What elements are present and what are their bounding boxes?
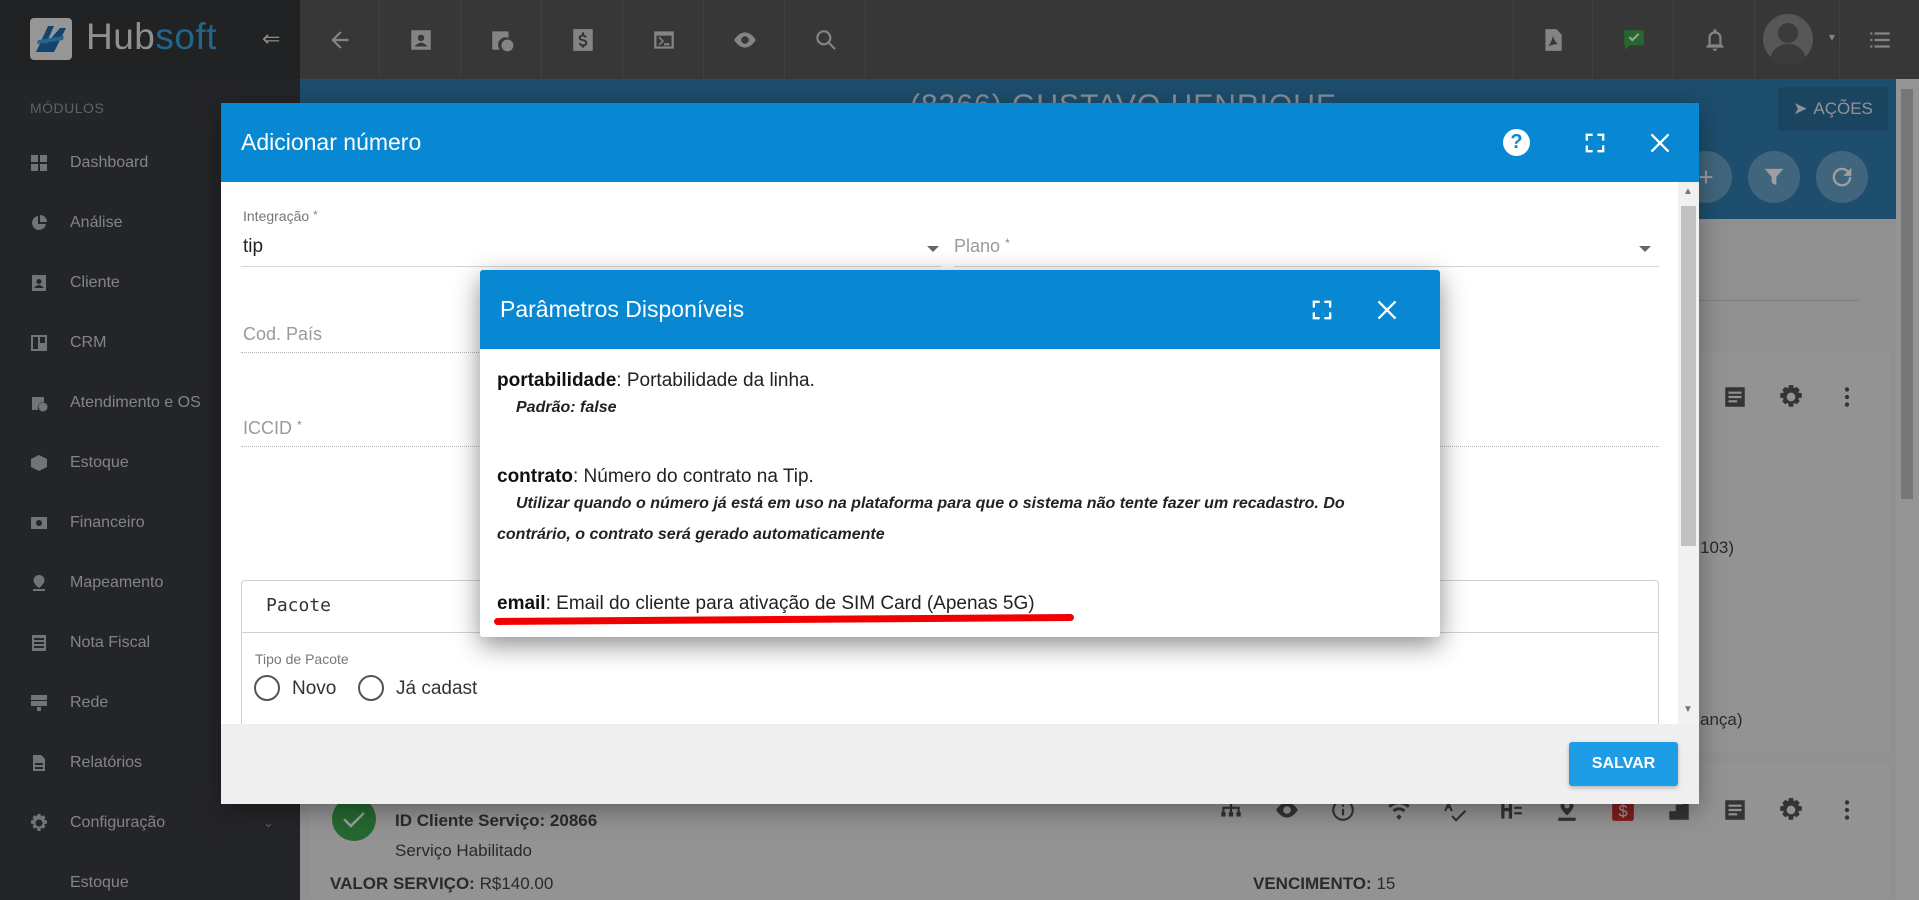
plano-placeholder: Plano	[954, 236, 1001, 256]
param-line: email: Email do cliente para ativação de…	[497, 593, 1417, 615]
param-email: email: Email do cliente para ativação de…	[497, 593, 1417, 615]
dialog-header: Adicionar número ?	[221, 103, 1699, 182]
param-name: email	[497, 593, 546, 614]
save-button[interactable]: SALVAR	[1569, 742, 1678, 786]
fullscreen-icon[interactable]	[1581, 129, 1609, 157]
dialog-scrollbar[interactable]: ▲ ▼	[1678, 182, 1699, 724]
dialog-footer: SALVAR	[221, 724, 1699, 804]
available-params-dialog: Parâmetros Disponíveis portabilidade: Po…	[480, 270, 1440, 637]
cod-pais-input[interactable]: Cod. País	[243, 324, 322, 345]
help-icon[interactable]: ?	[1503, 129, 1530, 156]
close-icon[interactable]	[1646, 129, 1674, 157]
tipo-pacote-label: Tipo de Pacote	[255, 651, 349, 667]
chevron-down-icon[interactable]	[1639, 246, 1651, 252]
dialog-header: Parâmetros Disponíveis	[480, 270, 1440, 349]
param-desc: : Número do contrato na Tip.	[573, 466, 814, 487]
fullscreen-icon[interactable]	[1308, 296, 1336, 324]
dialog-title: Parâmetros Disponíveis	[500, 296, 745, 322]
integracao-label: Integração *	[243, 208, 318, 224]
param-name: contrato	[497, 466, 573, 487]
scroll-down-icon[interactable]: ▼	[1683, 704, 1693, 715]
radio-ja-cadastrado[interactable]	[358, 675, 384, 701]
iccid-input[interactable]: ICCID *	[243, 418, 302, 439]
field-underline	[954, 266, 1659, 267]
red-highlight-underline	[493, 613, 1075, 626]
radio-ja-cadastrado-label[interactable]: Já cadast	[396, 678, 477, 700]
param-name: portabilidade	[497, 370, 617, 391]
param-contrato: contrato: Número do contrato na Tip. Uti…	[497, 466, 1417, 550]
param-note: Padrão: false	[516, 399, 617, 416]
integracao-label-text: Integração	[243, 208, 310, 224]
param-portabilidade: portabilidade: Portabilidade da linha. P…	[497, 370, 1417, 423]
pacote-title: Pacote	[266, 595, 332, 616]
close-icon[interactable]	[1373, 296, 1401, 324]
dialog-title: Adicionar número	[241, 129, 422, 155]
plano-select[interactable]: Plano *	[954, 236, 1010, 257]
param-line: contrato: Número do contrato na Tip.	[497, 466, 1417, 488]
field-underline	[241, 266, 941, 267]
scrollbar-thumb[interactable]	[1681, 206, 1696, 546]
required-mark: *	[1005, 236, 1010, 250]
iccid-placeholder: ICCID	[243, 418, 292, 438]
radio-novo[interactable]	[254, 675, 280, 701]
param-desc: : Email do cliente para ativação de SIM …	[545, 593, 1035, 614]
required-mark: *	[297, 418, 302, 432]
scroll-up-icon[interactable]: ▲	[1683, 186, 1693, 197]
param-line: portabilidade: Portabilidade da linha.	[497, 370, 1417, 392]
chevron-down-icon[interactable]	[927, 246, 939, 252]
param-desc: : Portabilidade da linha.	[616, 370, 815, 391]
integracao-select[interactable]: tip	[243, 236, 263, 258]
radio-novo-label[interactable]: Novo	[292, 678, 336, 700]
param-note: Utilizar quando o número já está em uso …	[497, 495, 1345, 543]
required-mark: *	[313, 208, 318, 222]
